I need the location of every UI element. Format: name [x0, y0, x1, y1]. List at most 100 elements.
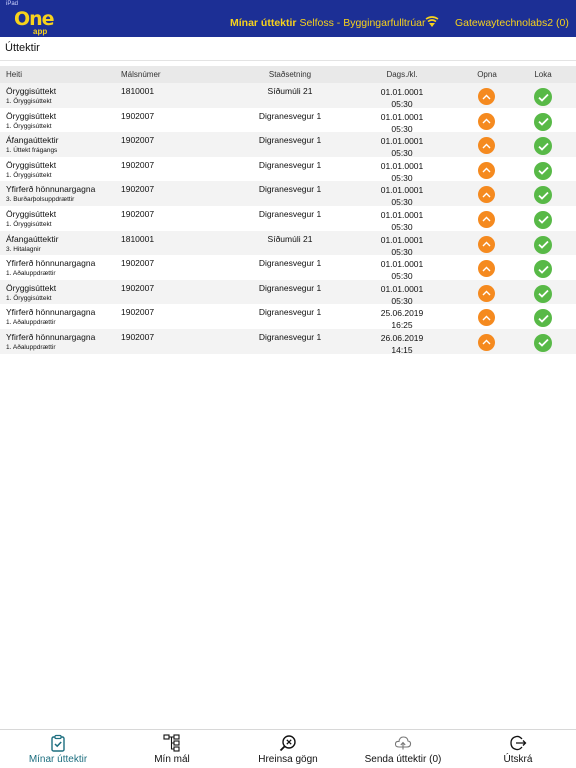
- open-button[interactable]: [478, 210, 495, 228]
- logo-sub: app: [33, 27, 48, 36]
- page-title: Úttektir: [5, 42, 40, 54]
- row-case-number: 1902007: [121, 208, 155, 219]
- row-date: 01.01.0001: [380, 185, 424, 196]
- close-button[interactable]: [534, 186, 552, 205]
- open-button[interactable]: [478, 88, 495, 105]
- checkmark-icon: [537, 167, 549, 176]
- row-date: 26.06.2019: [380, 332, 424, 343]
- table-row[interactable]: Yfirferð hönnunargagna 1. Aðaluppdrættir 1…: [0, 304, 576, 330]
- close-button[interactable]: [534, 137, 552, 156]
- chevron-up-icon: [482, 241, 491, 247]
- open-button[interactable]: [478, 161, 495, 179]
- row-subtitle: 1. Úttekt frágangs: [6, 147, 58, 155]
- table-row[interactable]: Öryggisúttekt 1. Öryggisúttekt 1902007 Digr…: [0, 206, 576, 232]
- app-bar-title: Mínar úttektir Selfoss - Byggingarfulltr…: [230, 17, 426, 29]
- row-subtitle: 1. Aðaluppdrættir: [6, 343, 56, 351]
- row-subtitle: 1. Aðaluppdrættir: [6, 270, 56, 278]
- row-date: 01.01.0001: [380, 259, 424, 270]
- chevron-up-icon: [482, 315, 491, 321]
- row-name: Áfangaúttektir: [6, 135, 59, 146]
- tab-label: Mínar úttektir: [28, 754, 88, 765]
- close-button[interactable]: [534, 309, 552, 328]
- table-row[interactable]: Yfirferð hönnunargagna 1. Aðaluppdrættir 1…: [0, 328, 576, 356]
- row-location: Digranesvegur 1: [258, 307, 322, 318]
- row-name: Áfangaúttektir: [6, 233, 59, 244]
- row-subtitle: 3. Hitalagnir: [6, 245, 41, 253]
- close-button[interactable]: [534, 284, 552, 303]
- tab-label: Útskrá: [503, 754, 533, 765]
- open-button[interactable]: [478, 112, 495, 130]
- header-name: Heiti: [6, 70, 23, 79]
- row-case-number: 1902007: [121, 110, 155, 121]
- row-datetime: 01.01.0001 05:30: [360, 234, 444, 258]
- user-count: (0): [556, 17, 569, 29]
- chevron-up-icon: [482, 94, 491, 99]
- open-button[interactable]: [478, 235, 495, 253]
- wifi-signal-icon: [425, 16, 439, 27]
- row-datetime: 26.06.2019 14:15: [360, 332, 444, 356]
- row-case-number: 1902007: [121, 159, 155, 170]
- open-button[interactable]: [478, 333, 495, 351]
- user-name: Gatewaytechnolabs2: [455, 17, 554, 29]
- row-subtitle: 1. Aðaluppdrættir: [6, 319, 56, 327]
- chevron-up-icon: [482, 339, 491, 345]
- close-button[interactable]: [534, 333, 552, 352]
- row-location: Síðumúli 21: [267, 86, 313, 96]
- open-button[interactable]: [478, 260, 495, 278]
- row-subtitle: 1. Öryggisúttekt: [6, 122, 52, 130]
- checkmark-icon: [537, 191, 549, 200]
- chevron-up-icon: [482, 192, 491, 198]
- row-datetime: 01.01.0001 05:30: [360, 258, 444, 282]
- row-name: Öryggisúttekt: [6, 282, 57, 293]
- clipboard-check-icon: [51, 734, 65, 752]
- row-date: 01.01.0001: [380, 136, 424, 147]
- table-row[interactable]: Áfangaúttektir 1. Úttekt frágangs 1902007 D…: [0, 132, 576, 158]
- row-name: Öryggisúttekt: [6, 110, 57, 121]
- user-account[interactable]: Gatewaytechnolabs2 (0): [455, 17, 569, 29]
- checkmark-icon: [537, 93, 549, 102]
- table-row[interactable]: Öryggisúttekt 1. Öryggisúttekt 1902007 Digr…: [0, 157, 576, 183]
- close-button[interactable]: [534, 210, 552, 229]
- open-button[interactable]: [478, 186, 495, 204]
- tab-logout[interactable]: Útskrá: [478, 730, 558, 768]
- row-location: Digranesvegur 1: [258, 184, 322, 195]
- tab-my-inspections[interactable]: Mínar úttektir: [10, 730, 106, 768]
- close-button[interactable]: [534, 235, 552, 254]
- tab-send-inspections[interactable]: Senda úttektir (0): [350, 730, 456, 768]
- table-row[interactable]: Áfangaúttektir 3. Hitalagnir 1810001 Síðumú…: [0, 230, 576, 258]
- row-subtitle: 3. Burðarþolsuppdrættir: [6, 196, 75, 204]
- open-button[interactable]: [478, 284, 495, 302]
- row-case-number: 1902007: [121, 282, 155, 293]
- row-case-number: 1902007: [121, 307, 155, 318]
- header-location: Staðsetning: [268, 70, 312, 79]
- close-button[interactable]: [534, 260, 552, 279]
- header-close: Loka: [534, 70, 552, 79]
- row-case-number: 1902007: [121, 135, 155, 146]
- tab-label: Senda úttektir (0): [364, 754, 442, 765]
- app-bar-title-rest: Selfoss - Byggingarfulltrúar: [299, 17, 426, 29]
- row-date: 25.06.2019: [380, 308, 424, 319]
- tab-label: Hreinsa gögn: [258, 754, 318, 765]
- row-name: Yfirferð hönnunargagna: [6, 331, 96, 342]
- checkmark-icon: [537, 240, 549, 249]
- row-subtitle: 1. Öryggisúttekt: [6, 220, 52, 228]
- row-location: Digranesvegur 1: [258, 258, 322, 269]
- table-row[interactable]: Yfirferð hönnunargagna 3. Burðarþolsuppdr…: [0, 181, 576, 207]
- open-button[interactable]: [478, 309, 495, 327]
- open-button[interactable]: [478, 137, 495, 155]
- table-row[interactable]: Yfirferð hönnunargagna 1. Aðaluppdrættir 1…: [0, 255, 576, 282]
- table-row[interactable]: Öryggisúttekt 1. Öryggisúttekt 1902007 Digr…: [0, 279, 576, 306]
- bottom-tab-bar: Mínar úttektir Mín mál Hreinsa gögn Send…: [0, 729, 576, 768]
- close-button[interactable]: [534, 112, 552, 131]
- row-case-number: 1810001: [121, 86, 155, 96]
- row-name: Öryggisúttekt: [6, 208, 57, 219]
- cloud-upload-icon: [394, 736, 412, 750]
- row-name: Yfirferð hönnunargagna: [6, 258, 96, 269]
- close-button[interactable]: [534, 161, 552, 180]
- close-button[interactable]: [534, 88, 552, 106]
- table-row[interactable]: Öryggisúttekt 1. Öryggisúttekt 1810001 Síðu…: [0, 83, 576, 109]
- tab-clear-data[interactable]: Hreinsa gögn: [240, 730, 336, 768]
- table-row[interactable]: Öryggisúttekt 1. Öryggisúttekt 1902007 Digr…: [0, 108, 576, 134]
- row-location: Síðumúli 21: [267, 233, 313, 244]
- tab-my-cases[interactable]: Mín mál: [124, 730, 220, 768]
